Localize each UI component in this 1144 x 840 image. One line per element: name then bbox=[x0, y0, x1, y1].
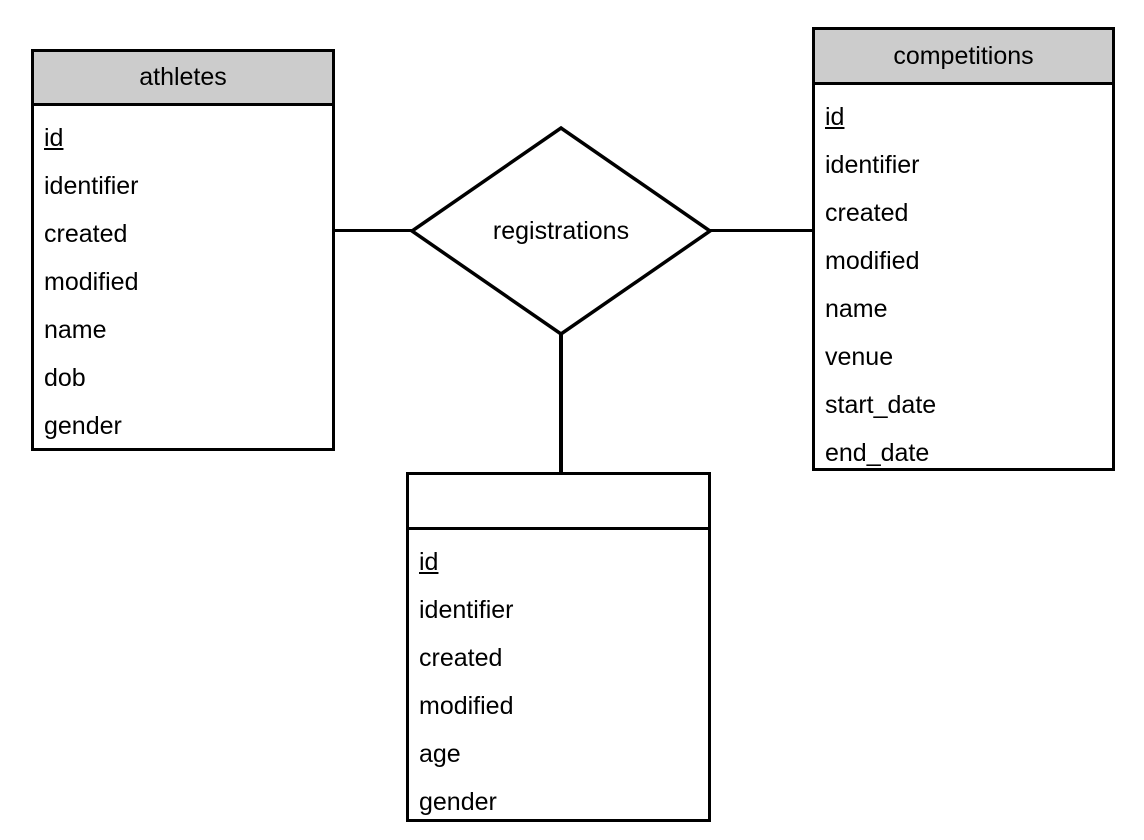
field-label: id bbox=[44, 124, 64, 152]
field-row[interactable]: created bbox=[34, 210, 332, 258]
field-label: id bbox=[825, 103, 845, 131]
field-label: name bbox=[44, 316, 107, 344]
field-row[interactable]: start_date bbox=[815, 381, 1112, 429]
entity-athletes[interactable]: athletes id identifier created modified … bbox=[31, 49, 335, 451]
field-label: dob bbox=[44, 364, 86, 392]
field-row[interactable]: id bbox=[815, 93, 1112, 141]
field-label: end_date bbox=[825, 439, 930, 467]
field-label: id bbox=[419, 548, 439, 576]
field-row[interactable]: age bbox=[409, 730, 708, 778]
connector-registrations-unnamed bbox=[559, 330, 563, 474]
entity-competitions-field-list: id identifier created modified name venu… bbox=[815, 85, 1112, 477]
field-label: identifier bbox=[44, 172, 139, 200]
field-row[interactable]: gender bbox=[34, 402, 332, 450]
field-label: modified bbox=[419, 692, 514, 720]
field-row[interactable]: dob bbox=[34, 354, 332, 402]
diamond-shape bbox=[408, 125, 714, 337]
entity-competitions-title: competitions bbox=[815, 30, 1112, 85]
field-row[interactable]: modified bbox=[409, 682, 708, 730]
field-row[interactable]: name bbox=[815, 285, 1112, 333]
field-row[interactable]: id bbox=[409, 538, 708, 586]
field-row[interactable]: created bbox=[815, 189, 1112, 237]
field-label: identifier bbox=[419, 596, 514, 624]
er-diagram-canvas: athletes id identifier created modified … bbox=[0, 0, 1144, 840]
field-label: created bbox=[825, 199, 909, 227]
field-row[interactable]: identifier bbox=[409, 586, 708, 634]
entity-unnamed-field-list: id identifier created modified age gende… bbox=[409, 530, 708, 826]
entity-unnamed[interactable]: id identifier created modified age gende… bbox=[406, 472, 711, 822]
connector-registrations-competitions bbox=[710, 229, 814, 232]
entity-athletes-field-list: id identifier created modified name dob … bbox=[34, 106, 332, 450]
field-row[interactable]: modified bbox=[815, 237, 1112, 285]
field-label: identifier bbox=[825, 151, 920, 179]
entity-unnamed-title bbox=[409, 475, 708, 530]
entity-competitions[interactable]: competitions id identifier created modif… bbox=[812, 27, 1115, 471]
field-label: modified bbox=[44, 268, 139, 296]
field-label: venue bbox=[825, 343, 894, 371]
field-row[interactable]: name bbox=[34, 306, 332, 354]
field-label: gender bbox=[419, 788, 497, 816]
field-row[interactable]: identifier bbox=[34, 162, 332, 210]
connector-athletes-registrations bbox=[334, 229, 412, 232]
field-row[interactable]: gender bbox=[409, 778, 708, 826]
field-label: start_date bbox=[825, 391, 937, 419]
field-label: age bbox=[419, 740, 461, 768]
field-row[interactable]: end_date bbox=[815, 429, 1112, 477]
field-label: gender bbox=[44, 412, 122, 440]
field-row[interactable]: modified bbox=[34, 258, 332, 306]
relationship-registrations[interactable]: registrations bbox=[408, 124, 714, 338]
field-row[interactable]: venue bbox=[815, 333, 1112, 381]
field-row[interactable]: id bbox=[34, 114, 332, 162]
field-row[interactable]: identifier bbox=[815, 141, 1112, 189]
entity-athletes-title: athletes bbox=[34, 52, 332, 106]
field-row[interactable]: created bbox=[409, 634, 708, 682]
field-label: created bbox=[419, 644, 503, 672]
field-label: modified bbox=[825, 247, 920, 275]
field-label: name bbox=[825, 295, 888, 323]
field-label: created bbox=[44, 220, 128, 248]
